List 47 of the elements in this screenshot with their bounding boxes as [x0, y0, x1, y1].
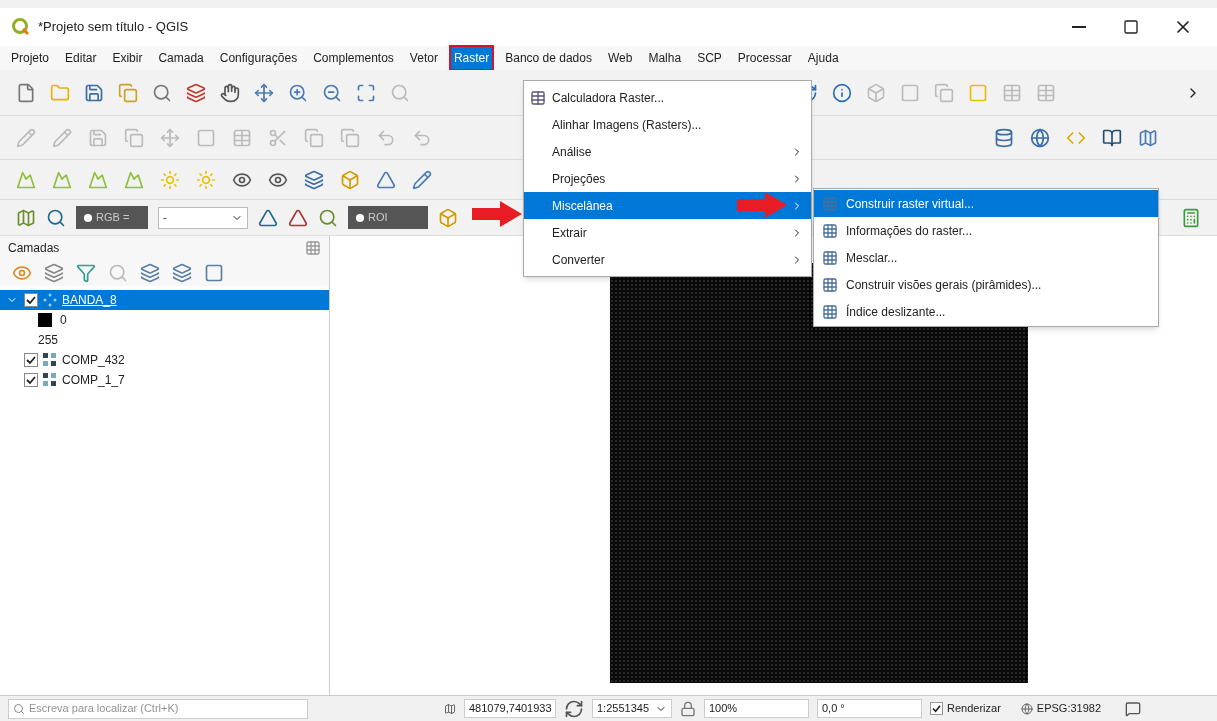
layer-row[interactable]: BANDA_8	[0, 290, 329, 310]
rotation-field[interactable]: 0,0 °	[817, 699, 922, 718]
menu-option[interactable]: Extrair	[524, 219, 811, 246]
legend-label: 255	[38, 332, 59, 349]
menu-item[interactable]: Processar	[734, 47, 795, 69]
menu-item[interactable]: Exibir	[109, 47, 146, 69]
menu-option[interactable]: Informações do raster...	[814, 217, 1158, 244]
menu-option[interactable]: Construir visões gerais (pirâmides)...	[814, 271, 1158, 298]
menu-option[interactable]: Construir raster virtual...	[814, 190, 1158, 217]
layer-row[interactable]: COMP_432	[0, 350, 329, 370]
scale-combo[interactable]: 1:2551345	[592, 699, 672, 718]
menu-item[interactable]: Projeto	[8, 47, 53, 69]
band-combo[interactable]: -	[158, 206, 248, 229]
layer-name: COMP_432	[62, 352, 125, 369]
menu-option[interactable]: Calculadora Raster...	[524, 84, 811, 111]
render-checkbox[interactable]: Renderizar	[930, 700, 1001, 717]
menu-option[interactable]: Alinhar Imagens (Rasters)...	[524, 111, 811, 138]
panel-title: Camadas	[8, 240, 60, 257]
roi-label: ROI	[348, 206, 428, 229]
menu-item[interactable]: Ajuda	[804, 47, 842, 69]
menu-item[interactable]: Raster	[450, 47, 493, 69]
window-title: *Projeto sem título - QGIS	[38, 18, 190, 37]
layer-name: COMP_1_7	[62, 372, 125, 389]
magnifier-field[interactable]: 100%	[704, 699, 809, 718]
menu-option[interactable]: Análise	[524, 138, 811, 165]
menu-item[interactable]: Configurações	[216, 47, 301, 69]
menu-option[interactable]: Mesclar...	[814, 244, 1158, 271]
menu-option[interactable]: Miscelânea	[524, 192, 811, 219]
menu-item[interactable]: Banco de dados	[502, 47, 595, 69]
rgb-label: RGB =	[76, 206, 148, 229]
menu-option[interactable]: Índice deslizante...	[814, 298, 1158, 325]
locator-input[interactable]: Escreva para localizar (Ctrl+K)	[29, 700, 303, 717]
menu-item[interactable]: Complementos	[310, 47, 397, 69]
locator-search-field[interactable]: Escreva para localizar (Ctrl+K)	[8, 698, 308, 719]
menu-option[interactable]: Projeções	[524, 165, 811, 192]
menu-item[interactable]: Web	[605, 47, 636, 69]
menu-item[interactable]: SCP	[694, 47, 725, 69]
menu-item[interactable]: Camada	[155, 47, 207, 69]
coordinate-field[interactable]: 481079,7401933	[464, 699, 556, 718]
menu-item[interactable]: Vetor	[406, 47, 441, 69]
menu-item[interactable]: Malha	[645, 47, 685, 69]
layer-row[interactable]: COMP_1_7	[0, 370, 329, 390]
menu-option[interactable]: Converter	[524, 246, 811, 273]
legend-label: 0	[60, 312, 67, 329]
layer-name: BANDA_8	[62, 292, 117, 309]
crs-button[interactable]: EPSG:31982	[1020, 700, 1102, 717]
menu-item[interactable]: Editar	[62, 47, 100, 69]
